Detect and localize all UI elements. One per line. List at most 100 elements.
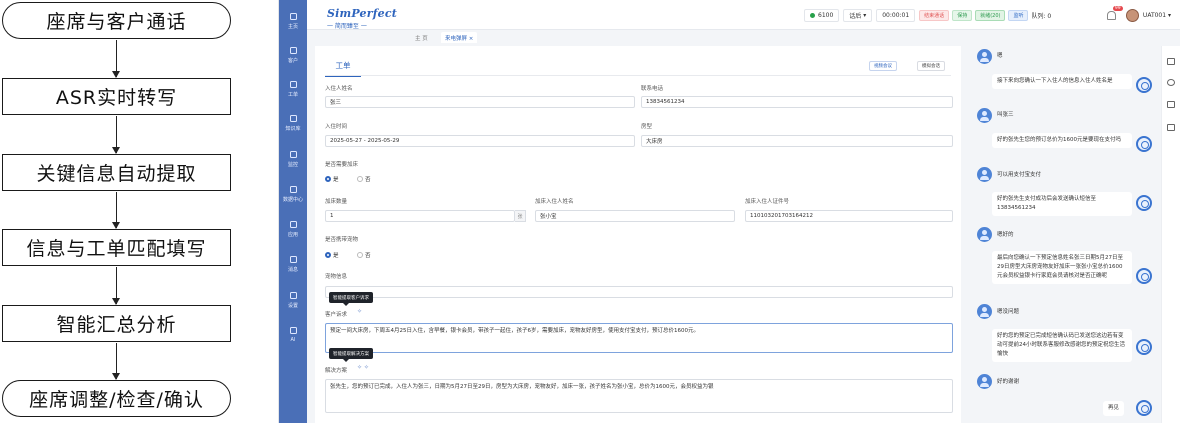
flow-arrow (112, 343, 120, 380)
chat-message-customer: 叫张三 (997, 112, 1014, 118)
solution-textarea[interactable]: 张先生，您的预订已完成，入住人为张三，日期为5月27日至29日，房型为大床房，宠… (325, 379, 953, 413)
ticket-form-panel: 工单 视频会议 模拟会话 入住人姓名 张三 联系电话 13834561234 入… (315, 46, 961, 423)
sidebar-item-messages[interactable]: 消息 (279, 249, 307, 279)
guest-name-field[interactable]: 张三 (325, 96, 635, 108)
room-type-label: 房型 (641, 124, 653, 130)
call-timer: 00:00:01 (876, 9, 916, 22)
tab-incoming-call[interactable]: 来电弹屏 × (441, 32, 478, 43)
ai-solution-icon[interactable]: ✧ ✧ (357, 364, 369, 371)
chat-message-customer: 可以用支付宝支付 (997, 172, 1042, 178)
chat-transcript: 嗯 接下来向您确认一下入住人的信息入住人姓名是 叫张三 好的张先生您的预订总价为… (967, 46, 1161, 423)
radio-checked-icon (325, 252, 331, 258)
ticket-icon (289, 80, 297, 88)
pet-no-radio[interactable]: 否 (357, 251, 371, 259)
extra-bed-label: 是否需要加床 (325, 162, 359, 168)
checkin-date-label: 入住时间 (325, 124, 348, 130)
bed-guest-id-field[interactable]: 110103201703164212 (745, 210, 953, 222)
pet-info-field[interactable] (325, 286, 953, 298)
room-type-field[interactable]: 大床房 (641, 135, 953, 147)
menu-icon[interactable] (1167, 58, 1175, 65)
username[interactable]: UAT001 (1143, 12, 1166, 19)
sidebar-item-apps[interactable]: 应用 (279, 214, 307, 244)
sidebar-item-ticket[interactable]: 工单 (279, 74, 307, 104)
queue-count: 队列: 0 (1031, 13, 1052, 20)
customer-avatar-icon (977, 304, 992, 319)
chat-message-customer: 嗯 (997, 53, 1003, 59)
agent-headset-icon (1136, 77, 1152, 93)
gear-icon (289, 291, 297, 299)
bell-icon (289, 255, 297, 263)
video-meeting-button[interactable]: 视频会议 (869, 61, 897, 71)
call-state-dropdown[interactable]: 话后 ▾ (843, 9, 873, 22)
video-icon[interactable] (1167, 124, 1175, 131)
sidebar-item-ai[interactable]: AI (279, 320, 307, 350)
user-icon (289, 46, 297, 54)
top-bar: SimPerfect 一 简而臻至 一 6100 话后 ▾ 00:00:01 结… (307, 0, 1180, 30)
status-dot-icon (810, 13, 815, 18)
chat-message-agent: 好的张先生支付成功后会发送确认短信至13834561234 (992, 192, 1132, 216)
chat-message-agent: 好的您的预定已完成短信确认码已发送您这边若有变动可提前24小时联系客服修改感谢您… (992, 329, 1132, 362)
radio-checked-icon (325, 176, 331, 182)
agent-headset-icon (1136, 400, 1152, 416)
people-icon[interactable] (1167, 101, 1175, 108)
chat-message-customer: 嗯好的 (997, 232, 1014, 238)
bed-guest-name-field[interactable]: 张小宝 (535, 210, 735, 222)
tab-home[interactable]: 主 页 (411, 32, 432, 43)
flow-step-call: 座席与客户通话 (2, 2, 231, 39)
page-tabs: 主 页 来电弹屏 × (307, 30, 1180, 43)
phone-field[interactable]: 13834561234 (641, 96, 953, 108)
sidebar: 主页 客户 工单 知识库 监控 数据中心 应用 消息 设置 AI (279, 0, 307, 423)
flow-step-asr: ASR实时转写 (2, 78, 231, 115)
sidebar-item-monitor[interactable]: 监控 (279, 144, 307, 174)
sidebar-item-data[interactable]: 数据中心 (279, 179, 307, 209)
extra-bed-no-radio[interactable]: 否 (357, 175, 371, 183)
chat-message-customer: 好的谢谢 (997, 379, 1020, 385)
notification-bell-icon[interactable]: 99 (1106, 6, 1123, 20)
agent-headset-icon (1136, 339, 1152, 355)
app-window: 主页 客户 工单 知识库 监控 数据中心 应用 消息 设置 AI SimPerf… (278, 0, 1180, 423)
chat-message-customer: 嗯没问题 (997, 309, 1020, 315)
sidebar-item-home[interactable]: 主页 (279, 6, 307, 36)
monitor-button[interactable]: 监听 (1008, 10, 1029, 21)
hold-button[interactable]: 保持 (952, 10, 973, 21)
pet-info-label: 宠物信息 (325, 274, 348, 280)
home-icon (289, 12, 297, 20)
ai-extract-icon[interactable]: ✧ (357, 308, 362, 315)
simulate-session-button[interactable]: 模拟会话 (917, 61, 945, 71)
phone-label: 联系电话 (641, 86, 664, 92)
extract-request-tooltip: 智能提取客户诉求 (329, 292, 373, 306)
sidebar-item-knowledge[interactable]: 知识库 (279, 108, 307, 138)
bed-guest-name-label: 加床入住人姓名 (535, 199, 574, 205)
extract-solution-tooltip: 智能提取解决方案 (329, 348, 373, 362)
customer-request-textarea[interactable]: 预定一间大床房，下周五4月25日入住，含早餐，银卡会员，带孩子一起住，孩子6岁，… (325, 323, 953, 353)
book-icon (289, 114, 297, 122)
checkin-date-field[interactable]: 2025-05-27 - 2025-05-29 (325, 135, 635, 147)
customer-avatar-icon (977, 108, 992, 123)
brand-logo: SimPerfect (327, 7, 398, 20)
radio-unchecked-icon (357, 252, 363, 258)
brand-tagline: 一 简而臻至 一 (327, 23, 367, 30)
flow-arrow (112, 116, 120, 154)
notification-badge: 99 (1112, 6, 1123, 11)
sidebar-item-settings[interactable]: 设置 (279, 285, 307, 315)
divider (325, 75, 951, 76)
hangup-button[interactable]: 结束通话 (919, 10, 950, 21)
call-status-bar: 6100 话后 ▾ 00:00:01 结束通话 保持 就绪(20) 监听 队列:… (804, 8, 1051, 23)
guest-name-label: 入住人姓名 (325, 86, 353, 92)
sidebar-item-customer[interactable]: 客户 (279, 40, 307, 70)
pet-label: 是否携带宠物 (325, 237, 359, 243)
bed-count-field[interactable]: 1 (325, 210, 515, 222)
agent-headset-icon (1136, 136, 1152, 152)
grid-icon (289, 220, 297, 228)
ready-button[interactable]: 就绪(20) (975, 10, 1006, 21)
avatar[interactable] (1125, 9, 1139, 22)
flow-step-match: 信息与工单匹配填写 (2, 229, 231, 266)
pet-yes-radio[interactable]: 是 (325, 251, 339, 259)
process-flow-diagram: 座席与客户通话 ASR实时转写 关键信息自动提取 信息与工单匹配填写 智能汇总分… (0, 0, 235, 423)
extension-pill[interactable]: 6100 (804, 9, 840, 22)
person-icon[interactable] (1167, 79, 1175, 86)
chat-message-agent: 再见 (1103, 401, 1125, 416)
extra-bed-yes-radio[interactable]: 是 (325, 175, 339, 183)
customer-request-label: 客户诉求 (325, 312, 348, 318)
chat-message-agent: 最后向您确认一下预定信息姓名张三日期5月27日至29日房型大床房宠物友好加床一张… (992, 251, 1132, 284)
